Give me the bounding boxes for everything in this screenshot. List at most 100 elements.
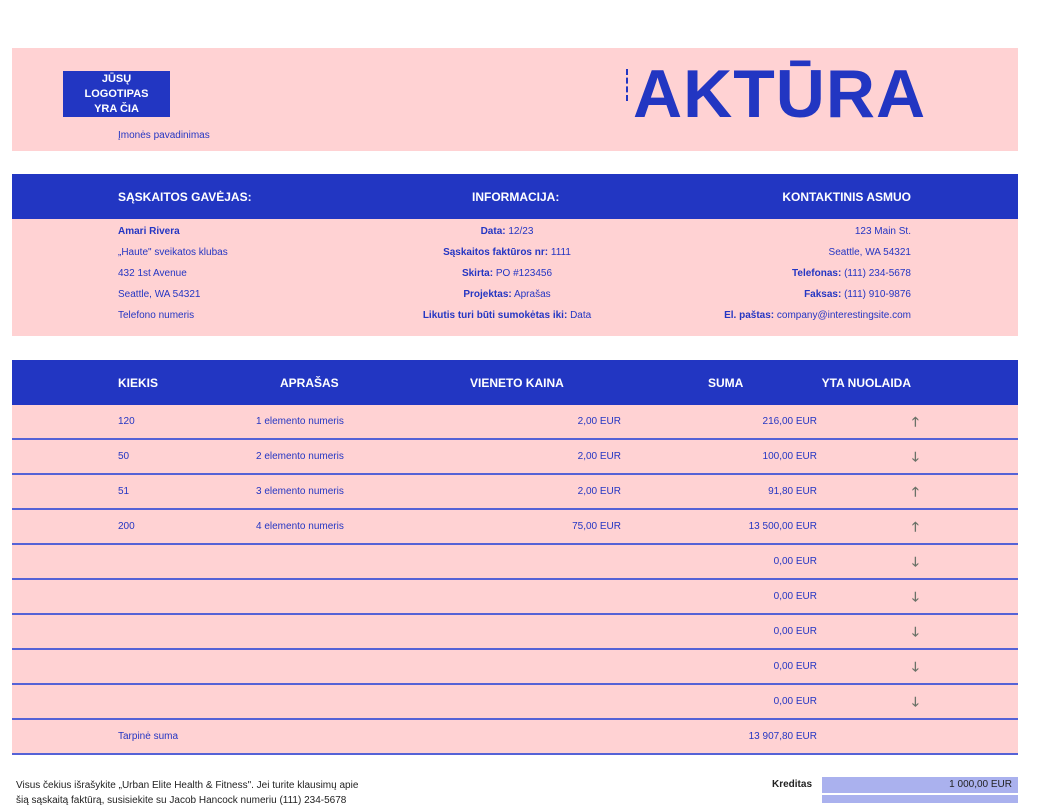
column-unit-price[interactable]: VIENETO KAINA	[470, 376, 564, 390]
column-quantity[interactable]: KIEKIS	[118, 376, 158, 390]
contact-street[interactable]: 123 Main St.	[724, 225, 911, 246]
info-section: Amari Rivera „Haute" sveikatos klubas 43…	[12, 219, 1018, 336]
recipient-phone[interactable]: Telefono numeris	[118, 309, 228, 330]
next-total-cell	[822, 795, 1018, 803]
arrow-up-icon: 🡑	[912, 519, 919, 534]
table-row[interactable]: 0,00 EUR 🡓	[12, 545, 1018, 580]
column-discount[interactable]: YTA NUOLAIDA	[822, 376, 911, 390]
row-amount[interactable]: 100,00 EUR	[763, 451, 817, 462]
row-amount[interactable]: 0,00 EUR	[774, 661, 817, 672]
row-amount[interactable]: 0,00 EUR	[774, 696, 817, 707]
row-unit-price[interactable]: 2,00 EUR	[578, 416, 621, 427]
info-for[interactable]: Skirta: PO #123456	[392, 267, 622, 288]
arrow-down-icon: 🡓	[912, 624, 919, 639]
table-row[interactable]: 120 1 elemento numeris 2,00 EUR 216,00 E…	[12, 405, 1018, 440]
row-unit-price[interactable]: 75,00 EUR	[572, 521, 621, 532]
recipient-name[interactable]: Amari Rivera	[118, 225, 228, 246]
arrow-down-icon: 🡓	[912, 694, 919, 709]
contact-city[interactable]: Seattle, WA 54321	[724, 246, 911, 267]
row-amount[interactable]: 13 500,00 EUR	[749, 521, 817, 532]
recipient-city[interactable]: Seattle, WA 54321	[118, 288, 228, 309]
row-amount[interactable]: 0,00 EUR	[774, 626, 817, 637]
row-unit-price[interactable]: 2,00 EUR	[578, 486, 621, 497]
info-project-value: Aprašas	[513, 289, 551, 300]
subtotal-row[interactable]: Tarpinė suma 13 907,80 EUR	[12, 720, 1018, 755]
logo-placeholder[interactable]: JŪSŲ LOGOTIPAS YRA ČIA	[63, 71, 170, 117]
info-due-value: Data	[570, 310, 592, 321]
logo-line-1: JŪSŲ LOGOTIPAS	[84, 72, 149, 100]
contact-phone-label: Telefonas:	[792, 268, 842, 279]
row-quantity[interactable]: 51	[118, 486, 129, 497]
info-date[interactable]: Data: 12/23	[392, 225, 622, 246]
info-for-label: Skirta:	[461, 268, 494, 279]
info-invoice-number[interactable]: Sąskaitos faktūros nr: 1111	[392, 246, 622, 267]
subtotal-label: Tarpinė suma	[118, 731, 179, 742]
row-amount[interactable]: 0,00 EUR	[774, 591, 817, 602]
row-unit-price[interactable]: 2,00 EUR	[578, 451, 621, 462]
table-row[interactable]: 0,00 EUR 🡓	[12, 650, 1018, 685]
contact-phone[interactable]: Telefonas: (111) 234-5678	[724, 267, 911, 288]
invoice-header: JŪSŲ LOGOTIPAS YRA ČIA Įmonės pavadinima…	[12, 48, 1018, 151]
note-line-2: šią sąskaitą faktūrą, susisiekite su Jac…	[16, 795, 347, 806]
information-heading: INFORMACIJA:	[472, 190, 560, 204]
contact-email-value: company@interestingsite.com	[776, 310, 911, 321]
column-amount[interactable]: SUMA	[708, 376, 743, 390]
recipient-club[interactable]: „Haute" sveikatos klubas	[118, 246, 228, 267]
company-name[interactable]: Įmonės pavadinimas	[118, 130, 210, 141]
table-row[interactable]: 200 4 elemento numeris 75,00 EUR 13 500,…	[12, 510, 1018, 545]
row-quantity[interactable]: 120	[118, 416, 135, 427]
contact-phone-value: (111) 234-5678	[844, 268, 911, 279]
info-for-value: PO #123456	[495, 268, 553, 279]
info-invoice-value: 1111	[550, 247, 571, 258]
recipient-block: Amari Rivera „Haute" sveikatos klubas 43…	[118, 225, 228, 330]
row-quantity[interactable]: 200	[118, 521, 135, 532]
subtotal-value[interactable]: 13 907,80 EUR	[749, 731, 817, 742]
contact-block: 123 Main St. Seattle, WA 54321 Telefonas…	[724, 225, 911, 330]
contact-fax-value: (111) 910-9876	[844, 289, 911, 300]
arrow-down-icon: 🡓	[912, 554, 919, 569]
arrow-down-icon: 🡓	[912, 659, 919, 674]
table-row[interactable]: 51 3 elemento numeris 2,00 EUR 91,80 EUR…	[12, 475, 1018, 510]
info-due-date[interactable]: Likutis turi būti sumokėtas iki: Data	[392, 309, 622, 330]
column-description[interactable]: APRAŠAS	[280, 376, 339, 390]
table-row[interactable]: 50 2 elemento numeris 2,00 EUR 100,00 EU…	[12, 440, 1018, 475]
document-title[interactable]: AKTŪRA	[633, 54, 926, 134]
row-description[interactable]: 4 elemento numeris	[256, 521, 344, 532]
table-row[interactable]: 0,00 EUR 🡓	[12, 685, 1018, 720]
items-table-body: 120 1 elemento numeris 2,00 EUR 216,00 E…	[12, 405, 1018, 755]
row-description[interactable]: 3 elemento numeris	[256, 486, 344, 497]
contact-email-label: El. paštas:	[724, 310, 775, 321]
info-date-label: Data:	[480, 226, 506, 237]
row-quantity[interactable]: 50	[118, 451, 129, 462]
contact-email[interactable]: El. paštas: company@interestingsite.com	[724, 309, 911, 330]
contact-fax-label: Faksas:	[804, 289, 842, 300]
credit-amount: 1 000,00 EUR	[949, 779, 1012, 790]
table-row[interactable]: 0,00 EUR 🡓	[12, 615, 1018, 650]
recipient-heading: SĄSKAITOS GAVĖJAS:	[118, 190, 252, 204]
info-date-value: 12/23	[508, 226, 534, 237]
info-project[interactable]: Projektas: Aprašas	[392, 288, 622, 309]
info-header-bar: SĄSKAITOS GAVĖJAS: INFORMACIJA: KONTAKTI…	[12, 174, 1018, 219]
note-line-1: Visus čekius išrašykite „Urban Elite Hea…	[16, 780, 359, 791]
contact-fax[interactable]: Faksas: (111) 910-9876	[724, 288, 911, 309]
payment-note[interactable]: Visus čekius išrašykite „Urban Elite Hea…	[16, 778, 416, 808]
info-invoice-label: Sąskaitos faktūros nr:	[443, 247, 549, 258]
row-amount[interactable]: 216,00 EUR	[763, 416, 817, 427]
arrow-down-icon: 🡓	[912, 449, 919, 464]
row-amount[interactable]: 91,80 EUR	[768, 486, 817, 497]
table-row[interactable]: 0,00 EUR 🡓	[12, 580, 1018, 615]
arrow-up-icon: 🡑	[912, 484, 919, 499]
row-description[interactable]: 1 elemento numeris	[256, 416, 344, 427]
credit-value[interactable]: 1 000,00 EUR	[822, 777, 1018, 793]
info-due-label: Likutis turi būti sumokėtas iki:	[422, 310, 568, 321]
contact-heading: KONTAKTINIS ASMUO	[782, 190, 911, 204]
recipient-street[interactable]: 432 1st Avenue	[118, 267, 228, 288]
items-table-header: KIEKIS APRAŠAS VIENETO KAINA SUMA YTA NU…	[12, 360, 1018, 405]
arrow-up-icon: 🡑	[912, 414, 919, 429]
row-description[interactable]: 2 elemento numeris	[256, 451, 344, 462]
arrow-down-icon: 🡓	[912, 589, 919, 604]
cursor-marker	[626, 69, 631, 101]
logo-line-2: YRA ČIA	[94, 102, 139, 115]
row-amount[interactable]: 0,00 EUR	[774, 556, 817, 567]
info-project-label: Projektas:	[463, 289, 512, 300]
